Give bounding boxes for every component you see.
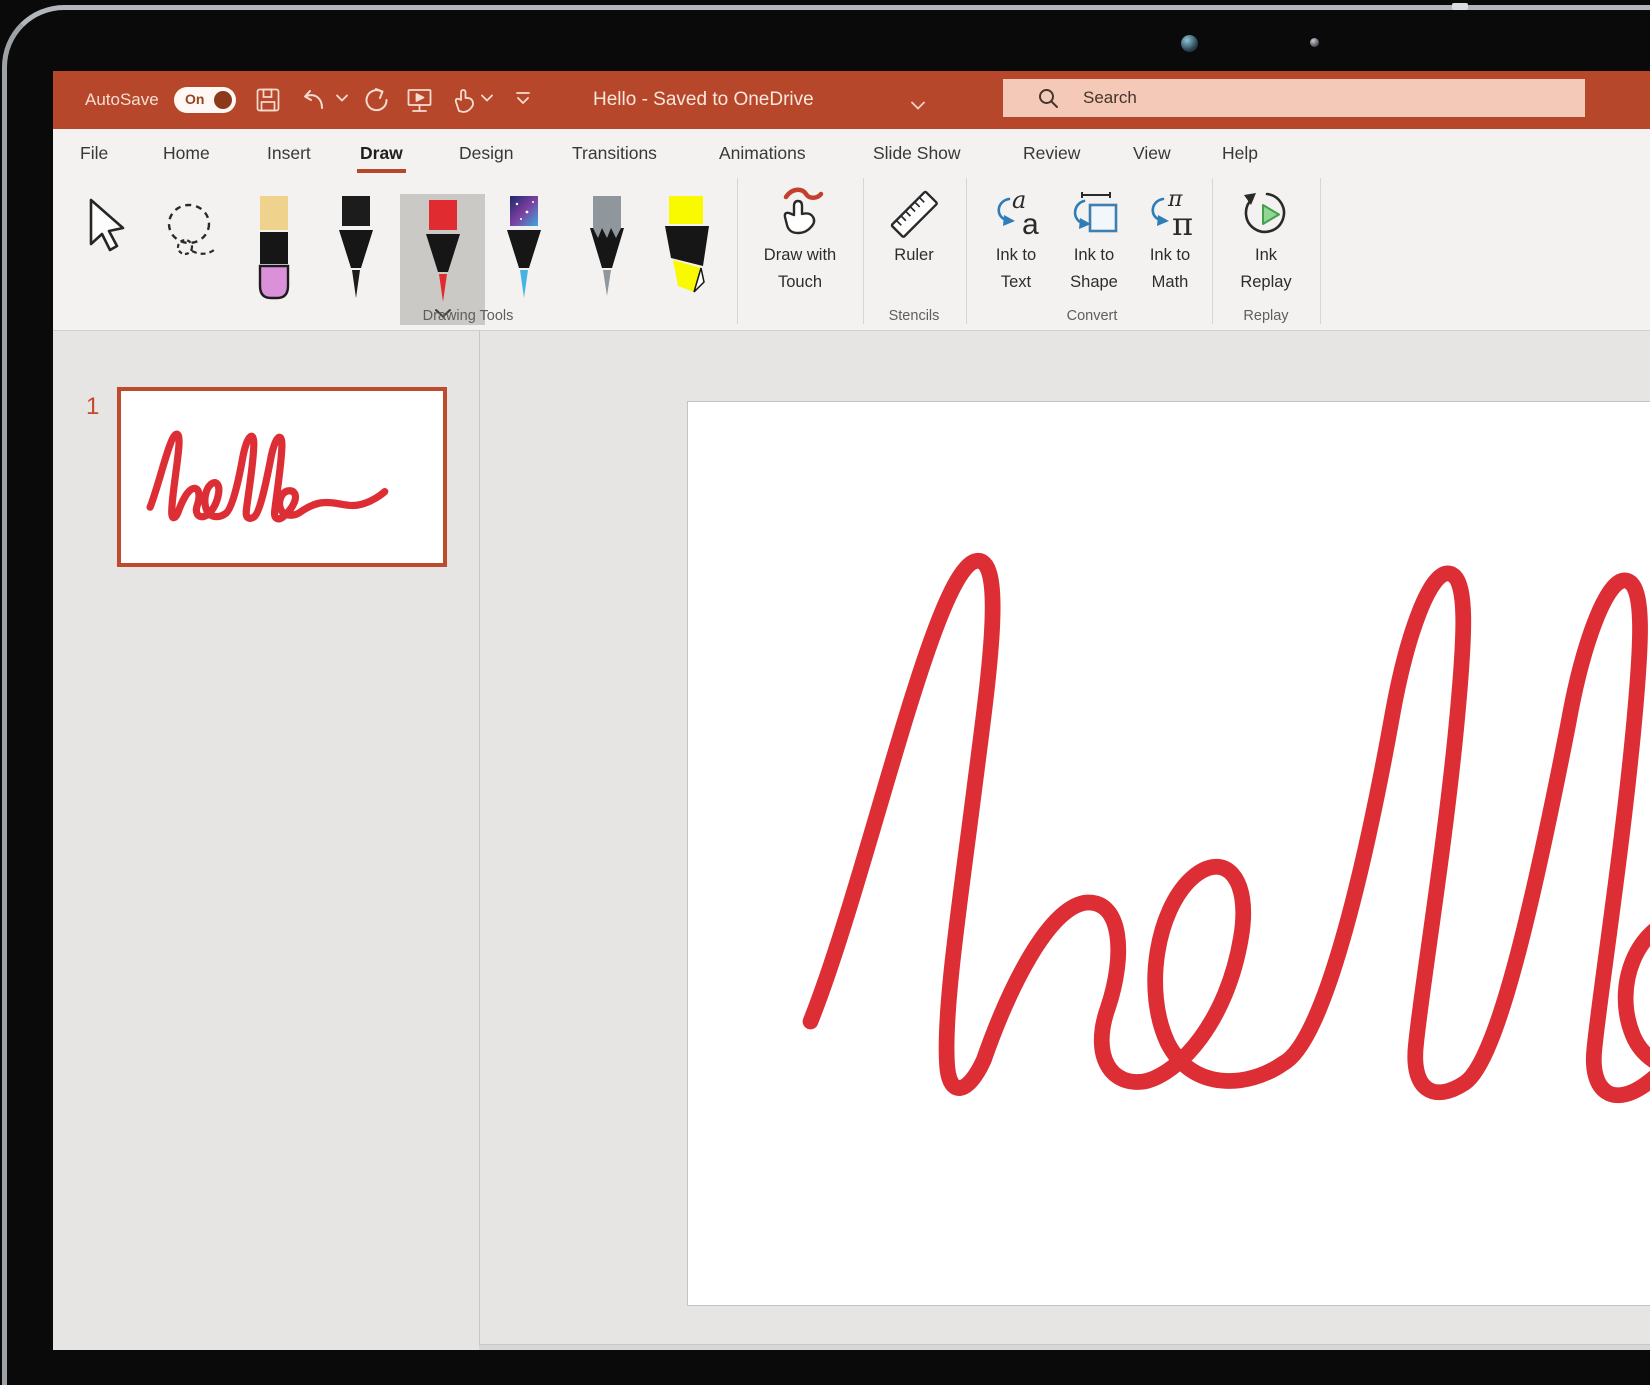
slide-thumbnail-1[interactable]: [117, 387, 447, 567]
draw-ribbon: Draw with Touch Ruler: [53, 178, 1650, 331]
ink-replay-button[interactable]: Ink Replay: [1221, 184, 1311, 296]
tab-insert[interactable]: Insert: [267, 129, 311, 178]
group-label-stencils: Stencils: [854, 308, 974, 324]
ink-to-shape-label: Ink to: [1057, 242, 1131, 269]
device-edge-notch: [1452, 3, 1468, 10]
group-label-replay: Replay: [1206, 308, 1326, 324]
ink-to-shape-label2: Shape: [1057, 269, 1131, 296]
tab-help[interactable]: Help: [1222, 129, 1258, 178]
document-title: Hello - Saved to OneDrive: [593, 71, 814, 129]
present-slideshow-icon[interactable]: [406, 87, 432, 113]
eraser-icon: [256, 194, 292, 304]
slide-ink-drawing: [772, 465, 1650, 1235]
tab-animations[interactable]: Animations: [719, 129, 806, 178]
ink-to-text-label2: Text: [979, 269, 1053, 296]
tab-home[interactable]: Home: [163, 129, 210, 178]
search-icon: [1037, 87, 1059, 109]
lasso-select-tool[interactable]: [162, 202, 222, 265]
autosave-label: AutoSave: [85, 71, 159, 129]
workspace: 1: [53, 331, 1650, 1350]
draw-with-touch-button[interactable]: Draw with Touch: [745, 184, 855, 296]
undo-dropdown-chevron-icon[interactable]: [336, 94, 362, 120]
tab-transitions[interactable]: Transitions: [572, 129, 657, 178]
ink-to-text-button[interactable]: a a Ink to Text: [979, 184, 1053, 296]
ribbon-group-divider: [1320, 178, 1321, 324]
svg-text:a: a: [1022, 208, 1039, 241]
tab-review[interactable]: Review: [1023, 129, 1080, 178]
pen-red-icon: [424, 198, 462, 306]
cursor-icon: [91, 200, 123, 250]
ink-replay-icon: [1238, 186, 1294, 242]
ribbon-tabs: File Home Insert Draw Design Transitions…: [53, 129, 1650, 178]
highlighter-icon: [661, 194, 713, 304]
group-label-convert: Convert: [1032, 308, 1152, 324]
pen-galaxy-tool[interactable]: [505, 194, 543, 309]
camera-icon: [1181, 35, 1198, 52]
draw-with-touch-label2: Touch: [745, 269, 855, 296]
ribbon-group-divider: [1212, 178, 1213, 324]
powerpoint-window: AutoSave On: [53, 71, 1650, 1350]
pen-black-icon: [337, 194, 375, 304]
tab-slide-show[interactable]: Slide Show: [873, 129, 961, 178]
ink-to-math-label2: Math: [1133, 269, 1207, 296]
title-dropdown-chevron-icon[interactable]: [911, 97, 925, 115]
ink-to-text-label: Ink to: [979, 242, 1053, 269]
ink-to-math-icon: π π: [1142, 186, 1198, 242]
ink-to-shape-button[interactable]: Ink to Shape: [1057, 184, 1131, 296]
tab-design[interactable]: Design: [459, 129, 513, 178]
draw-with-touch-label: Draw with: [745, 242, 855, 269]
ink-to-math-button[interactable]: π π Ink to Math: [1133, 184, 1207, 296]
highlighter-tool[interactable]: [661, 194, 713, 309]
autosave-toggle[interactable]: On: [174, 87, 236, 113]
touch-dropdown-chevron-icon[interactable]: [481, 94, 507, 120]
lasso-icon: [162, 202, 222, 260]
tab-file[interactable]: File: [80, 129, 108, 178]
ribbon-group-divider: [863, 178, 864, 324]
pen-red-tool-selected[interactable]: [400, 194, 485, 325]
ribbon-group-divider: [966, 178, 967, 324]
ink-to-math-label: Ink to: [1133, 242, 1207, 269]
ink-to-shape-icon: [1066, 186, 1122, 242]
search-input[interactable]: [1081, 87, 1521, 109]
draw-with-touch-icon: [771, 186, 829, 242]
autosave-state-label: On: [185, 91, 204, 107]
draw-touch-quickaccess-icon[interactable]: [449, 87, 475, 113]
ruler-button[interactable]: Ruler: [869, 184, 959, 269]
pencil-icon: [588, 194, 626, 304]
camera-indicator-icon: [1310, 38, 1319, 47]
autosave-toggle-knob: [214, 91, 232, 109]
svg-text:π: π: [1172, 205, 1193, 242]
undo-icon[interactable]: [299, 87, 325, 113]
slide-thumbnail-ink: [144, 419, 422, 541]
pencil-tool[interactable]: [588, 194, 626, 309]
search-box[interactable]: [1003, 79, 1585, 117]
status-bar-edge: [479, 1344, 1650, 1350]
ruler-icon: [885, 186, 943, 242]
ink-replay-label2: Replay: [1221, 269, 1311, 296]
ribbon-group-divider: [737, 178, 738, 324]
title-bar: AutoSave On: [53, 71, 1650, 129]
customize-quick-access-toolbar-icon[interactable]: [514, 90, 540, 116]
ruler-label: Ruler: [869, 242, 959, 269]
tab-view[interactable]: View: [1133, 129, 1171, 178]
group-label-drawing-tools: Drawing Tools: [388, 308, 548, 324]
thumbnail-panel-divider[interactable]: [479, 331, 480, 1344]
tab-draw[interactable]: Draw: [360, 129, 403, 178]
eraser-tool[interactable]: [256, 194, 292, 309]
select-cursor-tool[interactable]: [83, 198, 137, 267]
slide-number: 1: [86, 393, 99, 421]
ink-replay-label: Ink: [1221, 242, 1311, 269]
save-icon[interactable]: [255, 87, 281, 113]
ink-to-text-icon: a a: [988, 186, 1044, 242]
pen-black-tool[interactable]: [337, 194, 375, 309]
redo-icon[interactable]: [362, 87, 388, 113]
slide-canvas[interactable]: [687, 401, 1650, 1306]
pen-galaxy-icon: [505, 194, 543, 304]
